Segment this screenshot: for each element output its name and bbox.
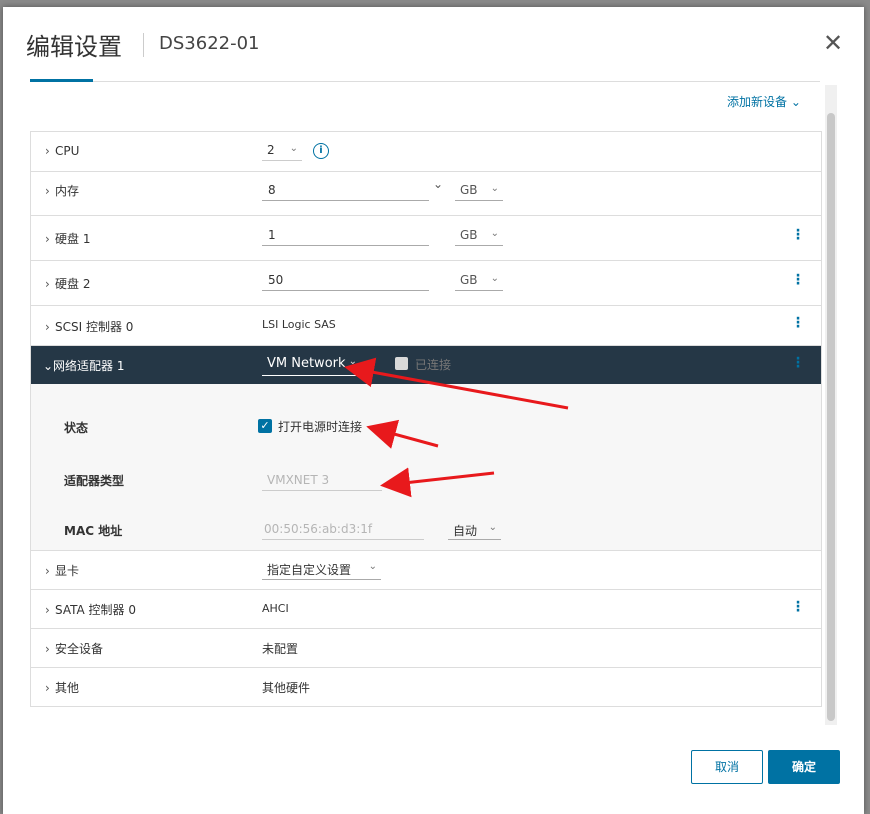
row-security-expander[interactable]: › 安全设备: [45, 640, 103, 657]
chevron-right-icon: ›: [45, 277, 50, 291]
chevron-right-icon: ›: [45, 232, 50, 246]
row-video-card: › 显卡 指定自定义设置 ⌄: [31, 551, 821, 590]
row-cpu-label: CPU: [55, 144, 80, 158]
scrollbar[interactable]: [825, 85, 837, 725]
hardware-list: ›CPU 2⌄ i ›内存 8 ⌄ GB⌄ ›硬盘 1 1 GB⌄: [30, 131, 822, 707]
status-label: 状态: [64, 421, 89, 435]
add-new-device-button[interactable]: 添加新设备 ⌄: [727, 93, 801, 110]
network-adapter-details: 状态 ✓ 打开电源时连接 适配器类型 VMXNET 3 MAC 地址 00:50…: [31, 384, 821, 551]
security-value: 未配置: [262, 642, 299, 656]
chevron-right-icon: ›: [45, 320, 50, 334]
sata-more-icon[interactable]: · · ·: [793, 596, 803, 618]
row-disk1-label: 硬盘 1: [55, 232, 91, 246]
row-sata-expander[interactable]: › SATA 控制器 0: [45, 601, 136, 618]
chevron-down-icon: ⌄: [490, 273, 499, 284]
disk2-more-icon[interactable]: · · ·: [793, 269, 803, 291]
row-network-adapter: ⌄网络适配器 1 VM Network ⌄ 已连接 · · ·: [31, 346, 821, 384]
connected-label: 已连接: [415, 358, 452, 372]
dialog-subtitle: DS3622-01: [159, 33, 260, 54]
scsi-more-icon[interactable]: · · ·: [793, 312, 803, 334]
chevron-down-icon: ⌄: [289, 143, 298, 154]
row-video-expander[interactable]: › 显卡: [45, 562, 79, 579]
row-other: › 其他 其他硬件: [31, 668, 821, 706]
row-memory-label: 内存: [55, 184, 80, 198]
mac-mode-select[interactable]: 自动 ⌄: [448, 522, 501, 540]
adapter-type-label: 适配器类型: [64, 474, 125, 488]
disk1-unit-select[interactable]: GB ⌄: [455, 228, 503, 246]
chevron-down-icon[interactable]: ⌄: [433, 177, 443, 191]
sata-type-value: AHCI: [262, 602, 289, 615]
chevron-down-icon: ⌄: [488, 522, 497, 533]
mac-address-label: MAC 地址: [64, 524, 123, 538]
chevron-right-icon: ›: [45, 681, 50, 695]
chevron-down-icon: ⌄: [490, 228, 499, 239]
power-on-connect-checkbox[interactable]: ✓: [258, 419, 272, 433]
ok-button[interactable]: 确定: [768, 750, 840, 784]
row-disk2-label: 硬盘 2: [55, 277, 91, 291]
memory-input[interactable]: 8: [262, 183, 429, 201]
row-security-label: 安全设备: [55, 642, 104, 656]
mac-mode-value: 自动: [453, 524, 478, 538]
disk2-size-input[interactable]: 50: [262, 273, 429, 291]
close-icon[interactable]: ✕: [823, 31, 843, 55]
scsi-type-value: LSI Logic SAS: [262, 318, 336, 331]
chevron-right-icon: ›: [45, 564, 50, 578]
row-sata-label: SATA 控制器 0: [55, 603, 136, 617]
chevron-right-icon: ›: [45, 144, 50, 158]
chevron-down-icon: ⌄: [348, 356, 357, 367]
row-other-label: 其他: [55, 681, 80, 695]
network-select-value: VM Network: [267, 356, 346, 371]
row-disk2: › 硬盘 2 50 GB ⌄ · · ·: [31, 261, 821, 306]
row-security-device: › 安全设备 未配置: [31, 629, 821, 668]
disk2-unit-select[interactable]: GB ⌄: [455, 273, 503, 291]
row-sata: › SATA 控制器 0 AHCI · · ·: [31, 590, 821, 629]
cancel-button[interactable]: 取消: [691, 750, 763, 784]
disk1-size-input[interactable]: 1: [262, 228, 429, 246]
row-cpu: › CPU 2 ⌄ i: [31, 132, 821, 172]
row-scsi-label: SCSI 控制器 0: [55, 320, 134, 334]
chevron-right-icon: ›: [45, 642, 50, 656]
chevron-down-icon: ⌄: [43, 359, 54, 373]
row-scsi-expander[interactable]: › SCSI 控制器 0: [45, 318, 133, 335]
cpu-count-select[interactable]: 2 ⌄: [262, 143, 302, 161]
chevron-right-icon: ›: [45, 184, 50, 198]
power-on-connect-label: 打开电源时连接: [278, 420, 363, 434]
row-memory-expander[interactable]: › 内存: [45, 182, 79, 199]
row-network-expander[interactable]: ⌄网络适配器 1: [43, 357, 124, 374]
other-value: 其他硬件: [262, 681, 311, 695]
row-video-label: 显卡: [55, 564, 80, 578]
disk1-unit-value: GB: [460, 228, 478, 242]
row-memory: › 内存 8 ⌄ GB ⌄: [31, 172, 821, 216]
title-separator: [143, 33, 144, 57]
chevron-right-icon: ›: [45, 603, 50, 617]
connected-checkbox[interactable]: [395, 357, 408, 370]
disk2-unit-value: GB: [460, 273, 478, 287]
adapter-type-select[interactable]: VMXNET 3: [262, 473, 382, 491]
row-scsi: › SCSI 控制器 0 LSI Logic SAS · · ·: [31, 306, 821, 346]
row-disk2-expander[interactable]: › 硬盘 2: [45, 275, 90, 292]
mac-address-input[interactable]: 00:50:56:ab:d3:1f: [262, 522, 424, 540]
adapter-type-value: VMXNET 3: [267, 473, 330, 487]
network-select[interactable]: VM Network ⌄: [262, 356, 363, 376]
cpu-count-value: 2: [267, 143, 275, 157]
video-settings-select[interactable]: 指定自定义设置 ⌄: [262, 561, 381, 580]
chevron-down-icon: ⌄: [368, 561, 377, 572]
network-more-icon[interactable]: · · ·: [793, 352, 803, 374]
tab-rule: [30, 81, 820, 82]
row-disk1-expander[interactable]: › 硬盘 1: [45, 230, 90, 247]
video-settings-value: 指定自定义设置: [267, 563, 352, 577]
row-other-expander[interactable]: › 其他: [45, 679, 79, 696]
edit-settings-dialog: 编辑设置 DS3622-01 ✕ 添加新设备 ⌄ › CPU 2 ⌄ i › 内存 8…: [3, 7, 864, 814]
row-cpu-expander[interactable]: › CPU: [45, 144, 79, 158]
row-network-label: 网络适配器 1: [53, 359, 125, 373]
active-tab-indicator[interactable]: [30, 79, 93, 82]
info-icon[interactable]: i: [313, 143, 329, 159]
chevron-down-icon: ⌄: [490, 183, 499, 194]
dialog-title: 编辑设置: [26, 33, 122, 61]
memory-unit-value: GB: [460, 183, 478, 197]
disk1-more-icon[interactable]: · · ·: [793, 224, 803, 246]
memory-unit-select[interactable]: GB ⌄: [455, 183, 503, 201]
row-disk1: › 硬盘 1 1 GB ⌄ · · ·: [31, 216, 821, 261]
scroll-thumb[interactable]: [827, 113, 835, 721]
